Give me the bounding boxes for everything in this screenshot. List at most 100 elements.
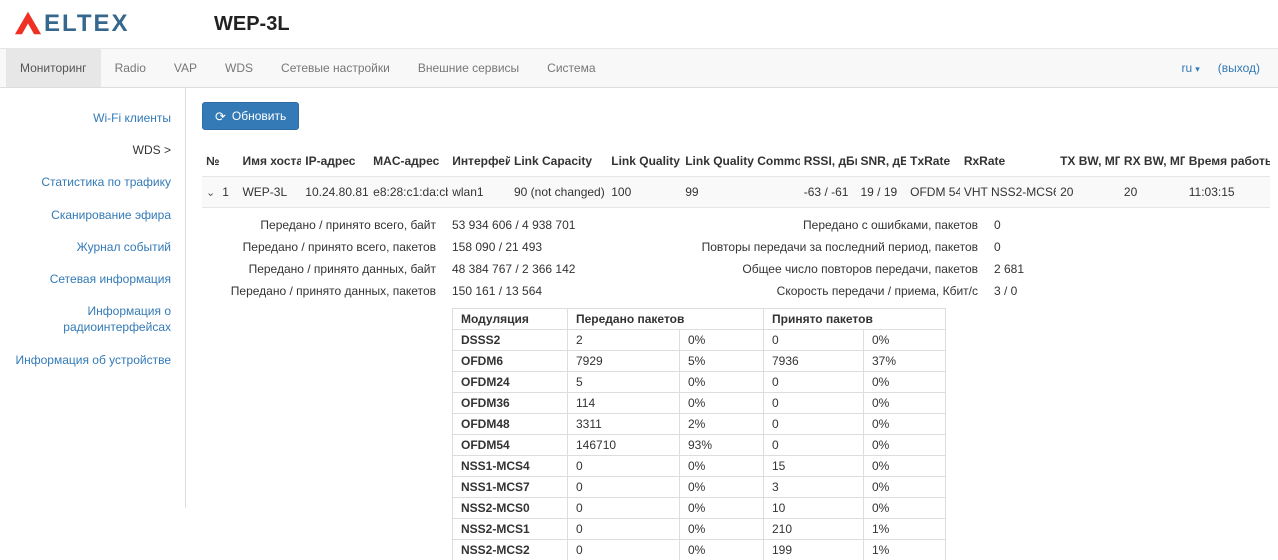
modulation-name: NSS2-MCS0 <box>453 498 568 519</box>
device-model-title: WEP-3L <box>214 13 290 36</box>
col-num: № <box>202 146 238 177</box>
modulation-row: DSSS2 2 0% 0 0% <box>453 330 946 351</box>
main-layout: Wi-Fi клиенты WDS > Статистика по трафик… <box>0 88 1278 558</box>
chevron-down-icon: ▾ <box>1195 64 1200 74</box>
client-mac: e8:28:c1:da:cb:05 <box>369 177 448 208</box>
stat-value: 3 / 0 <box>982 280 1102 302</box>
tab-wds[interactable]: WDS <box>211 49 267 87</box>
tx-count: 0 <box>568 498 680 519</box>
stat-label: Скорость передачи / приема, Кбит/с <box>652 280 982 302</box>
client-link-quality-common: 99 <box>681 177 800 208</box>
col-uptime: Время работы <box>1185 146 1270 177</box>
modulation-row: OFDM6 7929 5% 7936 37% <box>453 351 946 372</box>
rx-count: 199 <box>764 540 864 560</box>
stat-label: Передано / принято всего, пакетов <box>202 236 440 258</box>
stat-value: 53 934 606 / 4 938 701 <box>440 214 652 236</box>
modulation-name: OFDM48 <box>453 414 568 435</box>
tx-percent: 0% <box>680 519 764 540</box>
tx-count: 0 <box>568 540 680 560</box>
refresh-button[interactable]: ⟳ Обновить <box>202 102 299 130</box>
sidebar-item-air-scan[interactable]: Сканирование эфира <box>0 207 171 223</box>
stat-label: Передано / принято данных, пакетов <box>202 280 440 302</box>
modulation-name: OFDM36 <box>453 393 568 414</box>
sidebar-item-wds[interactable]: WDS > <box>0 142 171 158</box>
rx-percent: 0% <box>864 498 946 519</box>
col-link-quality-common: Link Quality Common <box>681 146 800 177</box>
col-mac: MAC-адрес <box>369 146 448 177</box>
language-selector[interactable]: ru▾ <box>1182 61 1200 75</box>
tab-radio[interactable]: Radio <box>101 49 160 87</box>
tab-vap[interactable]: VAP <box>160 49 211 87</box>
tab-external-services[interactable]: Внешние сервисы <box>404 49 533 87</box>
rx-count: 10 <box>764 498 864 519</box>
tx-count: 3311 <box>568 414 680 435</box>
rx-percent: 37% <box>864 351 946 372</box>
modulation-row: NSS2-MCS2 0 0% 199 1% <box>453 540 946 560</box>
tx-count: 146710 <box>568 435 680 456</box>
tx-percent: 93% <box>680 435 764 456</box>
modulation-header-row: Модуляция Передано пакетов Принято пакет… <box>453 309 946 330</box>
tx-count: 0 <box>568 519 680 540</box>
sidebar-item-traffic-stats[interactable]: Статистика по трафику <box>0 174 171 190</box>
rx-packets-col-header: Принято пакетов <box>764 309 946 330</box>
stat-value: 0 <box>982 214 1102 236</box>
client-link-quality: 100 <box>607 177 681 208</box>
eltex-logo-icon <box>14 10 42 39</box>
modulation-name: DSSS2 <box>453 330 568 351</box>
modulation-name: NSS1-MCS7 <box>453 477 568 498</box>
stats-left-column: Передано / принято всего, байт53 934 606… <box>202 214 652 302</box>
client-ip: 10.24.80.81 <box>301 177 369 208</box>
rx-count: 0 <box>764 393 864 414</box>
client-statistics: Передано / принято всего, байт53 934 606… <box>202 214 1270 302</box>
modulation-name: OFDM54 <box>453 435 568 456</box>
stat-label: Повторы передачи за последний период, па… <box>652 236 982 258</box>
tx-percent: 0% <box>680 477 764 498</box>
modulation-name: NSS2-MCS2 <box>453 540 568 560</box>
client-rxrate: VHT NSS2-MCS6 117 <box>960 177 1056 208</box>
sidebar-item-radio-info[interactable]: Информация о радиоинтерфейсах <box>0 303 171 335</box>
client-row-num: ⌄1 <box>202 177 238 208</box>
modulation-col-header: Модуляция <box>453 309 568 330</box>
col-rxrate: RxRate <box>960 146 1056 177</box>
client-row[interactable]: ⌄1 WEP-3L 10.24.80.81 e8:28:c1:da:cb:05 … <box>202 177 1270 208</box>
client-tx-bw: 20 <box>1056 177 1120 208</box>
tab-network-settings[interactable]: Сетевые настройки <box>267 49 404 87</box>
client-interface: wlan1 <box>448 177 510 208</box>
clients-table-header-row: № Имя хоста IP-адрес MAC-адрес Интерфейс… <box>202 146 1270 177</box>
rx-percent: 0% <box>864 456 946 477</box>
tx-percent: 0% <box>680 498 764 519</box>
tx-percent: 2% <box>680 414 764 435</box>
rx-count: 210 <box>764 519 864 540</box>
modulation-row: NSS1-MCS7 0 0% 3 0% <box>453 477 946 498</box>
sidebar-item-event-log[interactable]: Журнал событий <box>0 239 171 255</box>
client-snr: 19 / 19 <box>857 177 907 208</box>
modulation-row: OFDM36 114 0% 0 0% <box>453 393 946 414</box>
tab-monitoring[interactable]: Мониторинг <box>6 49 101 87</box>
sidebar-menu: Wi-Fi клиенты WDS > Статистика по трафик… <box>0 88 186 508</box>
rx-percent: 0% <box>864 414 946 435</box>
logout-link[interactable]: (выход) <box>1218 61 1260 75</box>
rx-percent: 0% <box>864 393 946 414</box>
sidebar-item-device-info[interactable]: Информация об устройстве <box>0 352 171 368</box>
sidebar-item-network-info[interactable]: Сетевая информация <box>0 271 171 287</box>
rx-count: 0 <box>764 372 864 393</box>
modulation-row: NSS2-MCS1 0 0% 210 1% <box>453 519 946 540</box>
tab-system[interactable]: Система <box>533 49 609 87</box>
tx-count: 7929 <box>568 351 680 372</box>
rx-count: 3 <box>764 477 864 498</box>
stat-label: Передано с ошибками, пакетов <box>652 214 982 236</box>
modulation-row: NSS1-MCS4 0 0% 15 0% <box>453 456 946 477</box>
col-hostname: Имя хоста <box>238 146 301 177</box>
col-link-capacity: Link Capacity <box>510 146 607 177</box>
collapse-row-icon[interactable]: ⌄ <box>206 187 215 199</box>
col-link-quality: Link Quality <box>607 146 681 177</box>
tx-percent: 0% <box>680 540 764 560</box>
client-rx-bw: 20 <box>1120 177 1185 208</box>
col-tx-bw: TX BW, МГц <box>1056 146 1120 177</box>
client-uptime: 11:03:15 <box>1185 177 1270 208</box>
stat-value: 150 161 / 13 564 <box>440 280 652 302</box>
sidebar-item-wifi-clients[interactable]: Wi-Fi клиенты <box>0 110 171 126</box>
client-rssi: -63 / -61 <box>800 177 857 208</box>
modulation-name: NSS2-MCS1 <box>453 519 568 540</box>
stat-label: Передано / принято всего, байт <box>202 214 440 236</box>
